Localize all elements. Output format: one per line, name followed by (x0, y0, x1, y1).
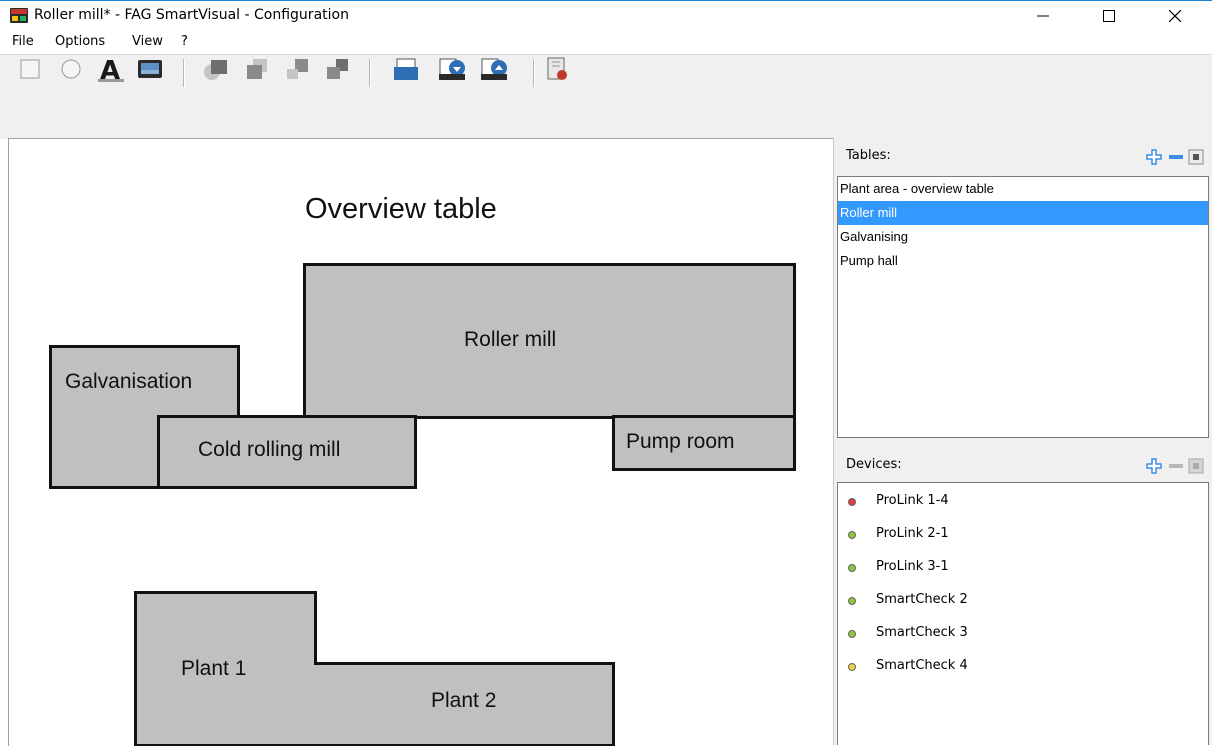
area-label: Plant 2 (431, 689, 497, 712)
table-list-item[interactable]: Pump hall (838, 249, 1208, 273)
area-roller-mill[interactable]: Roller mill (303, 263, 796, 419)
device-label: SmartCheck 4 (876, 658, 968, 673)
export-icon (481, 58, 507, 80)
status-dot-icon (848, 498, 856, 506)
area-pump-room[interactable]: Pump room (612, 415, 796, 471)
send-backward-button[interactable] (319, 56, 355, 82)
export-button[interactable] (476, 56, 512, 82)
status-dot-icon (848, 531, 856, 539)
bring-to-front-icon (204, 60, 227, 80)
send-backward-icon (327, 59, 348, 79)
toolbar-separator (369, 59, 371, 87)
devices-actions (1106, 456, 1204, 476)
area-plant-1[interactable]: Plant 1 (134, 591, 317, 746)
device-list-item[interactable]: ProLink 2-1 (838, 518, 1208, 551)
status-dot-icon (848, 630, 856, 638)
circle-tool-button[interactable] (53, 56, 89, 82)
toolbar-separator (183, 59, 185, 87)
device-list-item[interactable]: SmartCheck 4 (838, 650, 1208, 683)
menu-view[interactable]: View (132, 34, 163, 49)
tables-list[interactable]: Plant area - overview table Roller mill … (837, 176, 1209, 438)
device-label: SmartCheck 3 (876, 625, 968, 640)
open-button[interactable] (388, 56, 424, 82)
window-title: Roller mill* - FAG SmartVisual - Configu… (34, 7, 349, 23)
device-label: ProLink 2-1 (876, 526, 949, 541)
device-label: ProLink 1-4 (876, 493, 949, 508)
send-to-back-button[interactable] (239, 56, 275, 82)
devices-list[interactable]: ProLink 1-4 ProLink 2-1 ProLink 3-1 Smar… (837, 482, 1209, 745)
rectangle-tool-button[interactable] (12, 56, 48, 82)
table-list-item-selected[interactable]: Roller mill (838, 201, 1208, 225)
import-icon (439, 58, 465, 80)
edit-table-button[interactable] (1186, 147, 1206, 167)
toolbar-separator (533, 59, 535, 87)
bring-forward-icon (287, 59, 308, 79)
menu-file[interactable]: File (12, 34, 34, 49)
device-list-item[interactable]: SmartCheck 3 (838, 617, 1208, 650)
text-tool-button[interactable]: A (93, 56, 129, 82)
import-button[interactable] (434, 56, 470, 82)
table-list-item[interactable]: Galvanising (838, 225, 1208, 249)
edit-device-button[interactable] (1186, 456, 1206, 476)
menu-bar: File Options View ? (0, 30, 1212, 54)
close-button[interactable] (1152, 1, 1198, 30)
menu-options[interactable]: Options (55, 34, 105, 49)
drawing-canvas[interactable]: Overview table Galvanisation Roller mill… (8, 138, 833, 746)
remove-device-button[interactable] (1166, 456, 1186, 476)
add-device-button[interactable] (1144, 456, 1164, 476)
image-icon (138, 60, 162, 78)
bring-forward-button[interactable] (279, 56, 315, 82)
devices-label: Devices: (846, 457, 902, 472)
circle-icon (61, 59, 81, 79)
app-icon (10, 8, 28, 23)
text-icon: A (98, 56, 124, 82)
minimize-icon (1037, 15, 1049, 16)
status-dot-icon (848, 597, 856, 605)
minimize-button[interactable] (1020, 1, 1066, 30)
open-file-icon (394, 58, 418, 80)
table-list-item[interactable]: Plant area - overview table (838, 177, 1208, 201)
device-list-item[interactable]: ProLink 1-4 (838, 485, 1208, 518)
tables-actions (1106, 147, 1204, 167)
area-label: Plant 1 (181, 657, 247, 680)
status-dot-icon (848, 663, 856, 671)
area-label: Pump room (626, 430, 735, 453)
right-panel: Tables: Plant area - overview table Roll… (833, 138, 1212, 745)
bring-to-front-button[interactable] (199, 56, 235, 82)
area-label: Roller mill (464, 328, 557, 351)
area-cold-rolling-mill[interactable]: Cold rolling mill (157, 415, 417, 489)
device-label: SmartCheck 2 (876, 592, 968, 607)
status-dot-icon (848, 564, 856, 572)
canvas-title[interactable]: Overview table (305, 193, 497, 226)
table-settings-button[interactable] (539, 56, 575, 82)
plus-icon (1146, 458, 1162, 474)
edit-icon (1188, 149, 1204, 165)
title-bar: Roller mill* - FAG SmartVisual - Configu… (0, 0, 1212, 30)
svg-text:A: A (100, 56, 120, 82)
menu-help[interactable]: ? (181, 34, 188, 49)
maximize-button[interactable] (1086, 1, 1132, 30)
edit-icon (1188, 458, 1204, 474)
remove-table-button[interactable] (1166, 147, 1186, 167)
plus-icon (1146, 149, 1162, 165)
device-list-item[interactable]: SmartCheck 2 (838, 584, 1208, 617)
rectangle-icon (20, 59, 40, 79)
minus-icon (1169, 464, 1183, 468)
maximize-icon (1103, 9, 1115, 22)
device-list-item[interactable]: ProLink 3-1 (838, 551, 1208, 584)
area-plant-2[interactable]: Plant 2 (314, 662, 615, 746)
send-to-back-icon (247, 59, 267, 79)
minus-icon (1169, 155, 1183, 159)
area-label: Cold rolling mill (198, 438, 341, 461)
close-icon (1169, 9, 1181, 22)
settings-table-icon (547, 57, 567, 80)
toolbar: A (0, 54, 1212, 139)
area-label: Galvanisation (65, 370, 193, 393)
device-label: ProLink 3-1 (876, 559, 949, 574)
add-table-button[interactable] (1144, 147, 1164, 167)
tables-label: Tables: (846, 148, 891, 163)
image-tool-button[interactable] (132, 56, 168, 82)
